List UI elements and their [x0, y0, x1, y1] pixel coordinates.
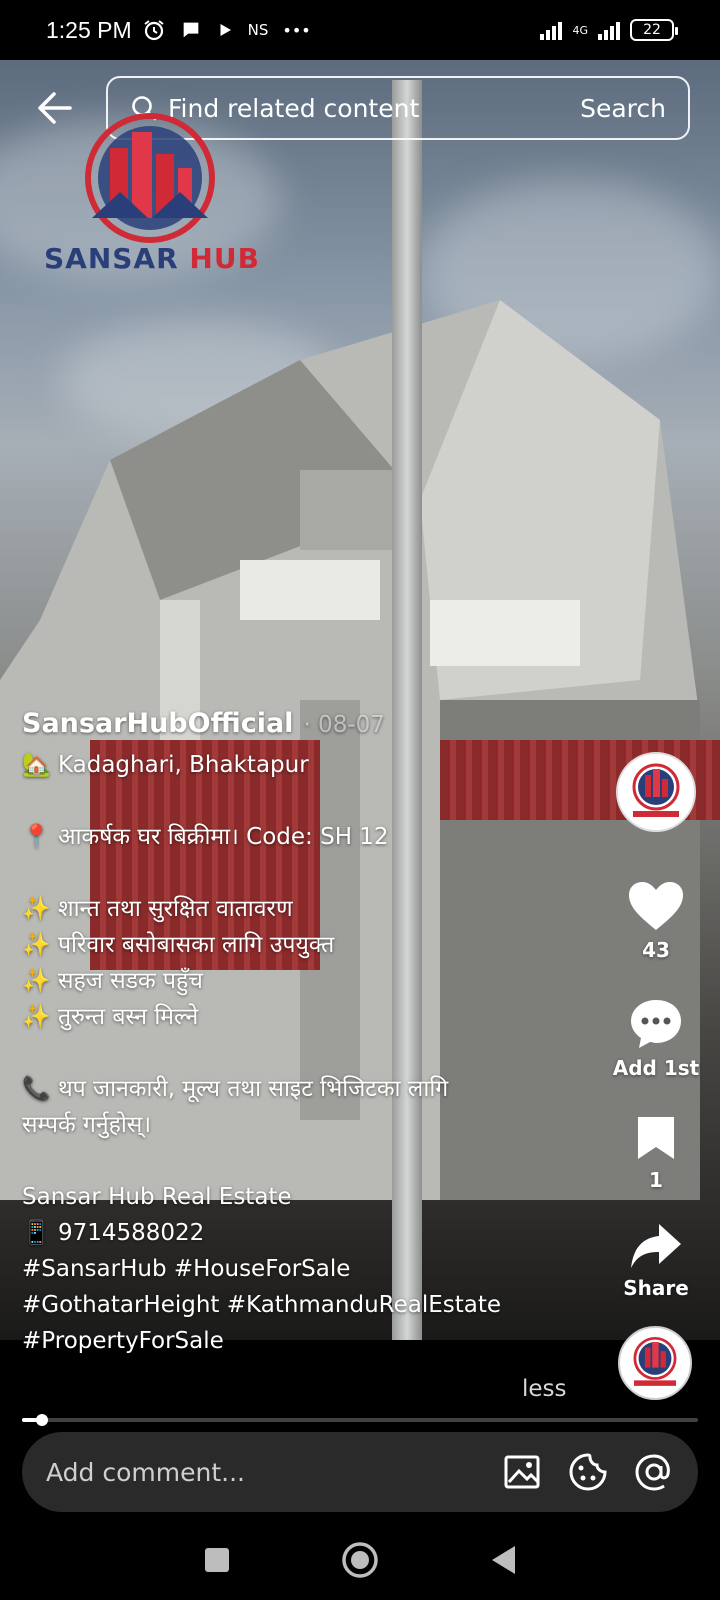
less-link[interactable]: less [522, 1376, 567, 1402]
like-action[interactable]: 43 [627, 880, 685, 962]
ns-label: NS [247, 21, 269, 39]
back-triangle-icon[interactable] [489, 1544, 517, 1576]
caption-hashtags[interactable]: #SansarHub #HouseForSale [22, 1251, 582, 1287]
caption-line: 🏡 Kadaghari, Bhaktapur [22, 752, 309, 778]
caption-line: ✨ परिवार बसोबासका लागि उपयुक्त [22, 932, 335, 958]
caption-line: Sansar Hub Real Estate [22, 1184, 292, 1210]
mention-icon[interactable] [634, 1452, 674, 1492]
share-action[interactable]: Share [623, 1222, 689, 1300]
home-circle-icon[interactable] [341, 1541, 379, 1579]
status-time: 1:25 PM [46, 16, 132, 43]
sticker-icon[interactable] [568, 1452, 608, 1492]
music-disc-avatar[interactable] [618, 1326, 692, 1400]
author-name[interactable]: SansarHubOfficial [22, 706, 293, 742]
action-column: 43 Add 1st 1 Share [606, 752, 706, 1300]
post-date: · 08-07 [303, 712, 385, 738]
caption-line: ✨ तुरुन्त बस्न मिल्ने [22, 1004, 199, 1030]
heart-icon[interactable] [627, 880, 685, 932]
image-icon[interactable] [502, 1452, 542, 1492]
caption-line: ✨ सहज सडक पहुँच [22, 968, 203, 994]
caption-hashtags[interactable]: #PropertyForSale [22, 1323, 582, 1359]
like-count: 43 [642, 938, 670, 962]
comment-tools [502, 1452, 674, 1492]
more-notifications: ••• [282, 20, 311, 40]
cell-signal-icon [598, 20, 620, 40]
share-label: Share [623, 1276, 689, 1300]
author-row: SansarHubOfficial · 08-07 [22, 706, 582, 743]
caption-body: 🏡 Kadaghari, Bhaktapur 📍 आकर्षक घर बिक्री… [22, 747, 582, 1359]
brand-name: SANSAR HUB [44, 242, 260, 275]
system-nav-bar [0, 1520, 720, 1600]
bookmark-count: 1 [649, 1168, 663, 1192]
bookmark-action[interactable]: 1 [635, 1114, 677, 1192]
play-icon [220, 24, 231, 36]
alarm-icon [144, 20, 164, 41]
share-arrow-icon[interactable] [629, 1222, 683, 1270]
comment-bubble-icon[interactable] [628, 996, 684, 1050]
comment-label: Add 1st [612, 1056, 700, 1080]
wifi-signal-icon [540, 20, 563, 40]
caption-line: 📍 आकर्षक घर बिक्रीमा। Code: SH 12 [22, 824, 389, 850]
video-progress-bar[interactable] [22, 1414, 698, 1426]
avatar-logo-icon [633, 1336, 677, 1386]
status-bar: 1:25 PM NS ••• 4G 22 [0, 0, 720, 60]
creator-avatar[interactable] [616, 752, 696, 832]
comment-action[interactable]: Add 1st [613, 996, 699, 1080]
caption-line: सम्पर्क गर्नुहोस्। [22, 1112, 152, 1138]
post-caption: SansarHubOfficial · 08-07 🏡 Kadaghari, B… [22, 706, 582, 1359]
progress-thumb[interactable] [36, 1414, 49, 1426]
status-right: 4G 22 [540, 19, 678, 41]
caption-line: 📱 9714588022 [22, 1220, 205, 1246]
recents-square-icon[interactable] [203, 1546, 231, 1574]
caption-hashtags[interactable]: #GothatarHeight #KathmanduRealEstate [22, 1287, 582, 1323]
caption-line: 📞 थप जानकारी, मूल्य तथा साइट भिजिटका लाग… [22, 1076, 449, 1102]
chat-bubble-icon [183, 22, 198, 38]
status-notification-icons: NS ••• [142, 18, 311, 42]
search-button[interactable]: Search [580, 94, 666, 123]
comment-bar[interactable]: Add comment... [22, 1432, 698, 1512]
bookmark-icon[interactable] [635, 1114, 677, 1162]
avatar-logo-icon [632, 763, 680, 817]
network-type: 4G [572, 23, 588, 37]
battery-indicator: 22 [630, 19, 678, 41]
caption-line: ✨ शान्त तथा सुरक्षित वातावरण [22, 896, 293, 922]
comment-input[interactable]: Add comment... [46, 1458, 245, 1487]
